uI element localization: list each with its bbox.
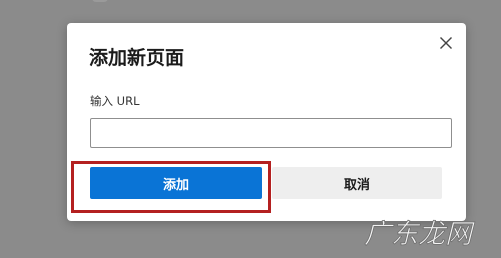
dialog-title: 添加新页面 <box>89 47 185 69</box>
add-button[interactable]: 添加 <box>90 167 262 199</box>
watermark-logo-graphic: 广东龙网 <box>364 219 476 251</box>
close-button[interactable] <box>435 32 457 54</box>
close-icon <box>440 37 452 49</box>
cancel-button[interactable]: 取消 <box>272 167 442 199</box>
background-fragment <box>92 0 108 2</box>
watermark-logo: 广东龙网 <box>362 213 492 251</box>
url-field-label: 输入 URL <box>90 94 140 108</box>
svg-text:广东龙网: 广东龙网 <box>364 219 475 250</box>
add-new-page-dialog: 添加新页面 输入 URL 添加 取消 <box>67 23 466 221</box>
url-input[interactable] <box>90 118 452 148</box>
